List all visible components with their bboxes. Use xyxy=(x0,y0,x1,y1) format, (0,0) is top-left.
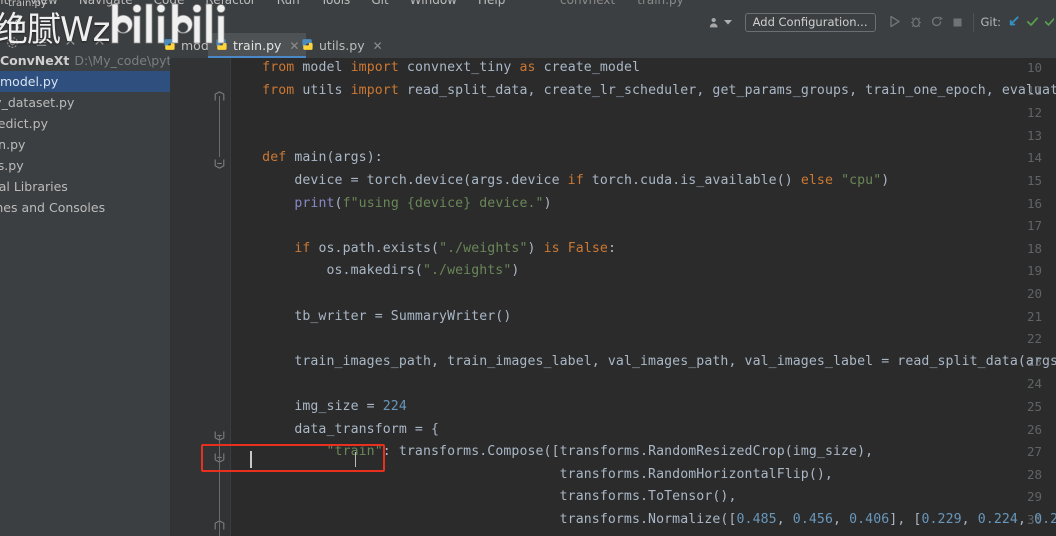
fold-guide-line xyxy=(219,95,220,158)
menu-item-navigate[interactable]: Navigate xyxy=(77,0,135,7)
code-line[interactable]: tb_writer = SummaryWriter() xyxy=(230,309,511,324)
tab-label: utils.py xyxy=(319,38,365,53)
menu-item-help[interactable]: Help xyxy=(476,0,507,7)
tree-item-label: utils.py xyxy=(0,158,24,173)
debug-bug-icon[interactable] xyxy=(910,13,922,32)
menu-item-code[interactable]: Code xyxy=(152,0,187,7)
code-line[interactable]: transforms.ToTensor(), xyxy=(230,489,737,504)
python-file-icon xyxy=(301,38,314,54)
menu-item-run[interactable]: Run xyxy=(275,0,302,7)
code-line[interactable]: img_size = 224 xyxy=(230,399,407,414)
main-toolbar: Add Configuration... Git: xyxy=(0,11,1056,34)
text-caret xyxy=(250,451,252,468)
run-play-icon[interactable] xyxy=(889,13,901,32)
fold-guide-line xyxy=(219,434,220,536)
user-avatar-button[interactable] xyxy=(702,12,738,32)
code-line[interactable]: from utils import read_split_data, creat… xyxy=(230,83,1056,98)
tree-item-model-py[interactable]: model.py xyxy=(0,71,170,92)
tree-root-path: D:\My_code\pythonP xyxy=(74,53,170,68)
python-file-icon xyxy=(215,38,228,54)
git-label: Git: xyxy=(980,15,1002,29)
tree-item-predict-py[interactable]: predict.py xyxy=(0,113,170,134)
code-line[interactable]: print(f"using {device} device.") xyxy=(230,196,552,211)
add-configuration-button[interactable]: Add Configuration... xyxy=(744,12,876,32)
tree-item-external-libraries[interactable]: External Libraries xyxy=(0,176,170,197)
menu-bar: File Edit View Navigate Code Refactor Ru… xyxy=(0,0,1056,11)
code-editor[interactable]: 10 11 12 13 14 15 16 17 18 19 20 21 22 23 24 25 26 27 28 29… xyxy=(170,58,1056,536)
tree-root-label: ConvNeXt xyxy=(0,53,70,68)
code-line[interactable]: os.makedirs("./weights") xyxy=(230,263,519,278)
tab-label: train.py xyxy=(233,38,282,53)
mouse-text-cursor xyxy=(355,452,356,467)
close-icon[interactable]: ✕ xyxy=(373,39,383,53)
editor-tab-bar: model.py ✕ train.py ✕ utils.py ✕ xyxy=(164,33,1056,58)
menu-items: File Edit View Navigate Code Refactor Ru… xyxy=(0,0,507,7)
tree-item-label: model.py xyxy=(0,74,59,89)
run-coverage-icon[interactable] xyxy=(931,13,943,32)
tab-utils-py[interactable]: utils.py ✕ xyxy=(294,33,390,58)
python-file-icon xyxy=(163,38,176,54)
code-line[interactable]: data_transform = { xyxy=(230,422,439,437)
project-sidebar: ConvNeXt D:\My_code\pythonP model.py my_d… xyxy=(0,33,170,536)
breadcrumb-project[interactable]: convnext xyxy=(560,0,615,7)
menu-item-edit[interactable]: Edit xyxy=(0,0,10,7)
git-push-check-icon[interactable] xyxy=(1044,13,1056,32)
tree-item-utils-py[interactable]: utils.py xyxy=(0,155,170,176)
tree-item-label: External Libraries xyxy=(0,179,68,194)
code-line[interactable]: from model import convnext_tiny as creat… xyxy=(230,60,640,75)
tree-item-label: predict.py xyxy=(0,116,48,131)
menu-item-tools[interactable]: Tools xyxy=(319,0,353,7)
code-line[interactable]: "train": transforms.Compose([transforms.… xyxy=(230,444,873,459)
breadcrumb: convnext train.py xyxy=(560,0,684,7)
git-update-arrow-icon[interactable] xyxy=(1007,13,1020,32)
tree-item-label: train.py xyxy=(0,137,26,152)
code-content[interactable]: from model import convnext_tiny as creat… xyxy=(230,58,1056,536)
project-toolstrip xyxy=(0,33,170,50)
code-line[interactable]: transforms.RandomHorizontalFlip(), xyxy=(230,467,833,482)
menu-item-git[interactable]: Git xyxy=(369,0,390,7)
code-line[interactable]: if os.path.exists("./weights") is False: xyxy=(230,241,616,256)
code-line[interactable]: train_images_path, train_images_label, v… xyxy=(230,354,1056,369)
menu-item-window[interactable]: Window xyxy=(408,0,459,7)
tab-train-py[interactable]: train.py ✕ xyxy=(208,33,307,58)
user-avatar-icon xyxy=(708,16,721,29)
tree-item-label: my_dataset.py xyxy=(0,95,75,110)
chevron-down-icon xyxy=(723,19,732,25)
git-controls: Git: xyxy=(972,12,1056,32)
menu-item-view[interactable]: View xyxy=(27,0,59,7)
code-line[interactable]: transforms.Normalize([0.485, 0.456, 0.40… xyxy=(230,512,1056,527)
project-tree: ConvNeXt D:\My_code\pythonP model.py my_d… xyxy=(0,50,170,218)
tree-item-label: Scratches and Consoles xyxy=(0,200,106,215)
git-commit-check-icon[interactable] xyxy=(1026,13,1039,32)
tree-item-scratches-and-consoles[interactable]: Scratches and Consoles xyxy=(0,197,170,218)
stop-square-icon xyxy=(952,13,963,32)
breadcrumb-file[interactable]: train.py xyxy=(637,0,683,7)
code-line[interactable]: device = torch.device(args.device if tor… xyxy=(230,173,889,188)
editor-fold-rail[interactable] xyxy=(210,58,230,536)
tree-item-train-py[interactable]: train.py xyxy=(0,134,170,155)
tree-item-my-dataset-py[interactable]: my_dataset.py xyxy=(0,92,170,113)
menu-item-refactor[interactable]: Refactor xyxy=(203,0,257,7)
code-line[interactable]: def main(args): xyxy=(230,150,383,165)
tree-item-project-root[interactable]: ConvNeXt D:\My_code\pythonP xyxy=(0,50,170,71)
